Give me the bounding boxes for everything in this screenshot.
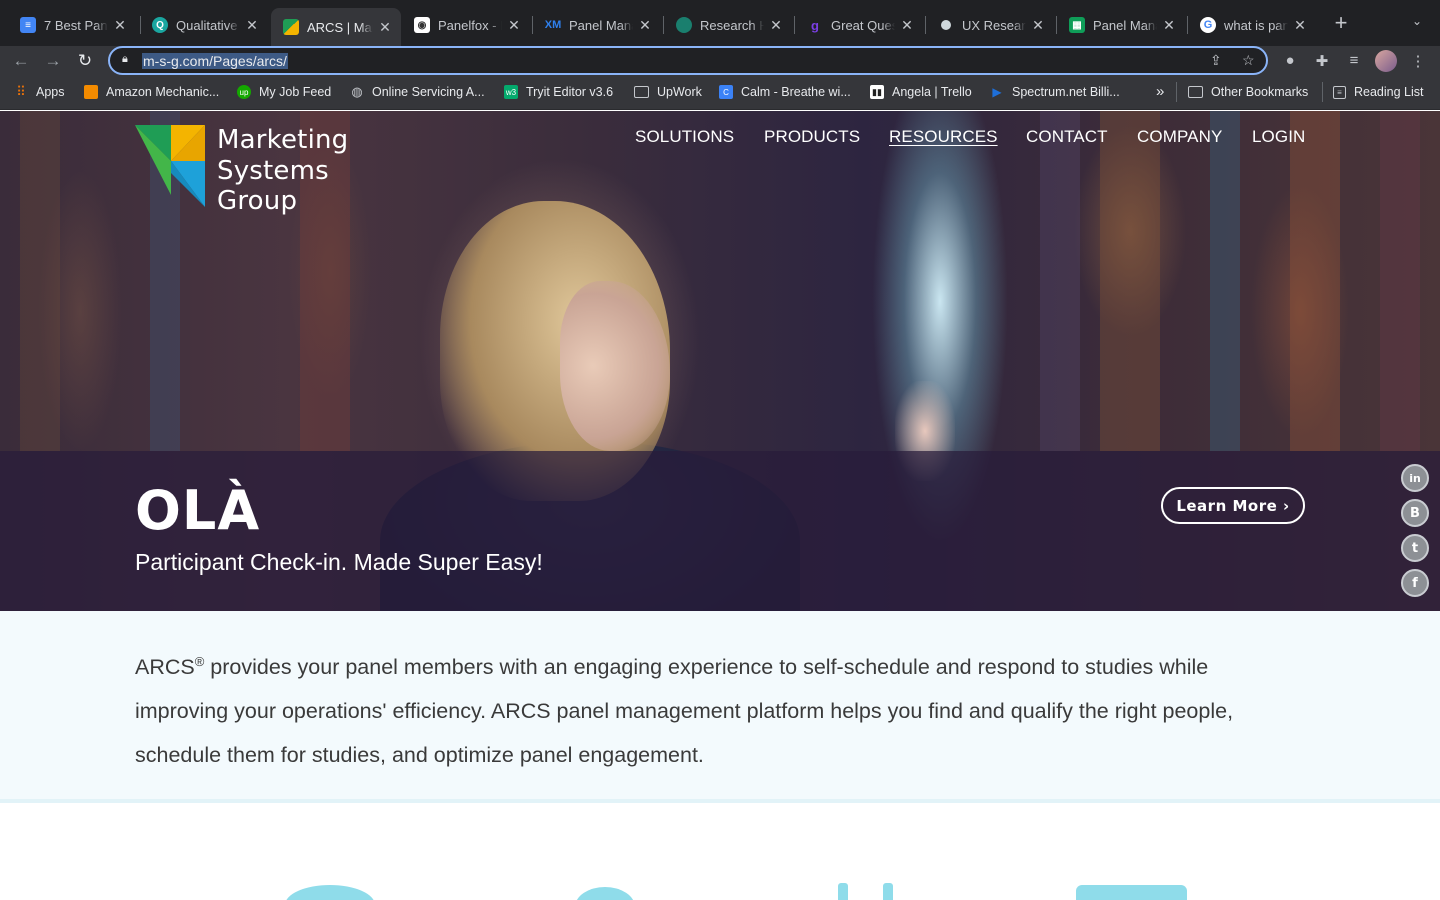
nav-login[interactable]: LOGIN (1252, 127, 1305, 147)
qualtrics-search-icon: Q (152, 17, 168, 33)
reading-list-icon: ≡ (1333, 85, 1346, 99)
extension-circle-icon[interactable]: ● (1281, 52, 1299, 69)
google-icon: G (1200, 17, 1216, 33)
bookmark-item[interactable]: ▮▮ Angela | Trello (870, 85, 972, 99)
close-tab-icon[interactable]: ✕ (244, 17, 260, 34)
browser-tab[interactable]: G what is pan ✕ (1188, 8, 1316, 42)
panelfox-icon: ◉ (414, 17, 430, 33)
msg-logo-text: Marketing Systems Group (217, 125, 349, 216)
close-tab-icon[interactable]: ✕ (637, 17, 653, 34)
bookmark-item[interactable]: up My Job Feed (237, 85, 331, 99)
extensions-puzzle-icon[interactable]: ✚ (1313, 52, 1331, 70)
new-tab-button[interactable]: + (1330, 12, 1352, 34)
browser-tab[interactable]: Research H ✕ (664, 8, 792, 42)
feature-icon (1076, 885, 1187, 900)
bookmark-item[interactable]: Amazon Mechanic... (84, 85, 219, 99)
nav-contact[interactable]: CONTACT (1026, 127, 1108, 147)
nav-company[interactable]: COMPANY (1137, 127, 1222, 147)
research-hub-icon (676, 17, 692, 33)
linkedin-icon[interactable]: in (1401, 464, 1429, 492)
w3schools-icon: w3 (504, 85, 518, 99)
lock-icon[interactable]: 🔒︎ (122, 53, 128, 66)
bookmark-folder[interactable]: UpWork (634, 85, 702, 99)
feature-icon (575, 887, 635, 900)
feature-icon (883, 883, 893, 900)
folder-icon (634, 86, 649, 98)
bookmarks-overflow-button[interactable]: » (1156, 83, 1164, 100)
browser-tab[interactable]: Q Qualitative ✕ (140, 8, 268, 42)
bookmarks-divider (1322, 82, 1323, 102)
close-tab-icon[interactable]: ✕ (112, 17, 128, 34)
hero-banner: Marketing Systems Group SOLUTIONS PRODUC… (0, 111, 1440, 611)
nav-resources[interactable]: RESOURCES (889, 127, 998, 147)
close-tab-icon[interactable]: ✕ (1030, 17, 1046, 34)
reload-icon[interactable]: ↻ (74, 50, 96, 72)
features-section (0, 807, 1440, 900)
more-menu-icon[interactable]: ⋮ (1409, 52, 1427, 70)
google-docs-icon: ≡ (20, 17, 36, 33)
folder-icon (1188, 86, 1203, 98)
close-tab-icon[interactable]: ✕ (377, 19, 393, 36)
hero-title: OLÀ (135, 479, 261, 542)
google-sheets-icon: ▦ (1069, 17, 1085, 33)
bookmark-star-icon[interactable]: ☆ (1242, 52, 1255, 69)
intro-section: ARCS® provides your panel members with a… (0, 611, 1440, 803)
msg-logo-icon (283, 19, 299, 35)
amazon-mturk-icon (84, 85, 98, 99)
upwork-icon: up (237, 85, 251, 99)
bookmarks-divider (1176, 82, 1177, 102)
tab-search-chevron-icon[interactable]: ⌄ (1408, 14, 1426, 32)
back-arrow-icon[interactable]: ← (10, 50, 32, 72)
bookmark-item[interactable]: w3 Tryit Editor v3.6 (504, 85, 613, 99)
apps-grid-icon: ⠿ (16, 84, 26, 99)
bookmark-item[interactable]: ◍ Online Servicing A... (350, 84, 484, 99)
facebook-icon[interactable]: f (1401, 569, 1429, 597)
close-tab-icon[interactable]: ✕ (768, 17, 784, 34)
g-icon: g (811, 17, 819, 33)
close-tab-icon[interactable]: ✕ (506, 17, 522, 34)
browser-tab[interactable]: ◉ Panelfox - P ✕ (402, 8, 530, 42)
share-icon[interactable]: ⇪ (1210, 52, 1222, 69)
close-tab-icon[interactable]: ✕ (1292, 17, 1308, 34)
intro-paragraph: ARCS® provides your panel members with a… (135, 653, 1234, 767)
feature-icon (285, 885, 375, 900)
forward-arrow-icon[interactable]: → (42, 50, 64, 72)
browser-tab[interactable]: g Great Quest ✕ (795, 8, 923, 42)
xm-icon: XM (544, 19, 562, 31)
reading-list[interactable]: ≡ Reading List (1333, 85, 1424, 99)
bookmark-item[interactable]: ▶ Spectrum.net Billi... (990, 85, 1119, 99)
browser-tab-active[interactable]: ARCS | Mark ✕ (271, 8, 401, 46)
address-bar[interactable]: 🔒︎ m-s-g.com/Pages/arcs/ ⇪ ☆ (108, 46, 1268, 75)
feature-icon (838, 883, 848, 900)
spectrum-icon: ▶ (992, 85, 1002, 99)
blogger-icon[interactable]: B (1401, 499, 1429, 527)
nav-products[interactable]: PRODUCTS (764, 127, 860, 147)
twitter-icon[interactable]: t (1401, 534, 1429, 562)
learn-more-button[interactable]: Learn More › (1161, 487, 1305, 524)
profile-avatar[interactable] (1375, 50, 1397, 72)
hero-subtitle: Participant Check-in. Made Super Easy! (135, 549, 543, 575)
browser-tab[interactable]: ▦ Panel Mana ✕ (1057, 8, 1185, 42)
globe-icon: ◍ (351, 84, 363, 99)
close-tab-icon[interactable]: ✕ (899, 17, 915, 34)
browser-tab[interactable]: UX Researc ✕ (926, 8, 1054, 42)
browser-toolbar: ← → ↻ 🔒︎ m-s-g.com/Pages/arcs/ ⇪ ☆ ● ✚ ≡… (0, 46, 1440, 76)
ux-research-icon (941, 20, 951, 30)
browser-tab[interactable]: XM Panel Mana ✕ (533, 8, 661, 42)
calm-icon: C (719, 85, 733, 99)
media-queue-icon[interactable]: ≡ (1345, 52, 1363, 69)
close-tab-icon[interactable]: ✕ (1161, 17, 1177, 34)
bookmark-apps[interactable]: ⠿ Apps (14, 84, 64, 99)
web-page: Marketing Systems Group SOLUTIONS PRODUC… (0, 111, 1440, 900)
msg-logo-mark-icon (135, 125, 205, 207)
bookmark-item[interactable]: C Calm - Breathe wi... (719, 85, 851, 99)
browser-tab-strip: ≡ 7 Best Panel ✕ Q Qualitative ✕ ARCS | … (0, 0, 1440, 46)
nav-solutions[interactable]: SOLUTIONS (635, 127, 734, 147)
bookmarks-bar: ⠿ Apps Amazon Mechanic... up My Job Feed… (0, 76, 1440, 110)
url-text[interactable]: m-s-g.com/Pages/arcs/ (142, 53, 288, 69)
trello-icon: ▮▮ (870, 85, 884, 99)
other-bookmarks[interactable]: Other Bookmarks (1188, 85, 1308, 99)
msg-logo[interactable]: Marketing Systems Group (135, 125, 355, 220)
browser-tab[interactable]: ≡ 7 Best Panel ✕ (8, 8, 136, 42)
